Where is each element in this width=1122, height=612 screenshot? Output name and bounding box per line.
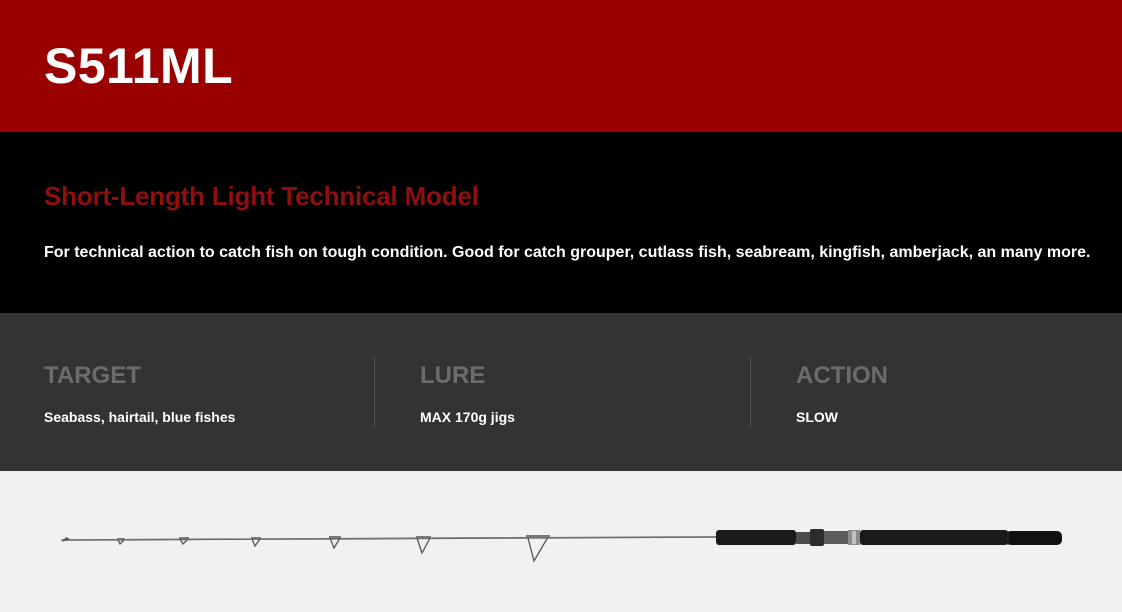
product-image-section	[0, 471, 1122, 612]
model-subtitle: Short-Length Light Technical Model	[44, 181, 479, 211]
spec-value-target: Seabass, hairtail, blue fishes	[44, 409, 236, 425]
model-description: For technical action to catch fish on to…	[44, 244, 1091, 261]
header-banner: S511ML	[0, 0, 1122, 132]
specs-section: TARGET Seabass, hairtail, blue fishes LU…	[0, 313, 1122, 471]
spec-value-lure: MAX 170g jigs	[420, 409, 515, 425]
model-title: S511ML	[44, 38, 234, 94]
spec-value-action: SLOW	[796, 409, 838, 425]
spec-label-target: TARGET	[44, 362, 141, 389]
intro-section: Short-Length Light Technical Model For t…	[0, 132, 1122, 313]
fishing-rod-image	[61, 529, 1062, 563]
spec-label-action: ACTION	[796, 362, 888, 389]
spec-label-lure: LURE	[420, 362, 486, 389]
